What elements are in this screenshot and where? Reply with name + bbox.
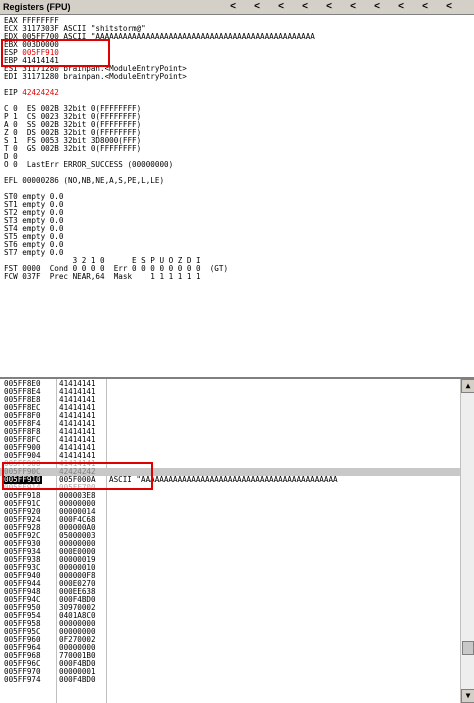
- nav-left-icon[interactable]: <: [347, 0, 359, 14]
- register-line[interactable]: EDI 31171280 brainpan.<ModuleEntryPoint>: [4, 73, 187, 81]
- registers-titlebar: Registers (FPU) < < < < < < < < < <: [0, 0, 474, 15]
- debugger-window: Registers (FPU) < < < < < < < < < < EAX …: [0, 0, 474, 703]
- register-value: 42424242: [22, 88, 59, 97]
- register-line[interactable]: O 0 LastErr ERROR_SUCCESS (00000000): [4, 161, 173, 169]
- stack-highlight-box: [2, 462, 153, 490]
- stack-address: 005FF974: [4, 675, 41, 684]
- register-line[interactable]: T 0 GS 002B 32bit 0(FFFFFFFF): [4, 145, 141, 153]
- scroll-thumb[interactable]: [462, 641, 474, 655]
- nav-left-icon[interactable]: <: [371, 0, 383, 14]
- register-line[interactable]: FCW 037F Prec NEAR,64 Mask 1 1 1 1 1 1: [4, 273, 201, 281]
- register-line[interactable]: EIP 42424242: [4, 89, 59, 97]
- stack-row[interactable]: 005FF974 000F4BD0: [0, 676, 460, 684]
- registers-pane[interactable]: EAX FFFFFFFF ECX 3117303F ASCII "shitstor…: [0, 15, 474, 377]
- register-line[interactable]: EFL 00000286 (NO,NB,NE,A,S,PE,L,LE): [4, 177, 164, 185]
- esp-highlight-box: [1, 39, 110, 67]
- nav-left-icon[interactable]: <: [227, 0, 239, 14]
- nav-left-icon[interactable]: <: [299, 0, 311, 14]
- nav-left-icon[interactable]: <: [419, 0, 431, 14]
- nav-left-icon[interactable]: <: [323, 0, 335, 14]
- stack-value: 000F4BD0: [59, 675, 96, 684]
- nav-left-icon[interactable]: <: [275, 0, 287, 14]
- stack-pane[interactable]: 005FF8E0 41414141 005FF8E4 41414141 005FF8E8…: [0, 379, 460, 703]
- stack-scrollbar[interactable]: ▲ ▼: [460, 379, 474, 703]
- nav-left-icon[interactable]: <: [443, 0, 455, 14]
- register-name: EIP: [4, 88, 18, 97]
- scroll-down-icon[interactable]: ▼: [461, 689, 474, 703]
- registers-title: Registers (FPU): [3, 2, 71, 12]
- nav-left-icon[interactable]: <: [251, 0, 263, 14]
- scroll-up-icon[interactable]: ▲: [461, 379, 474, 393]
- nav-left-icon[interactable]: <: [395, 0, 407, 14]
